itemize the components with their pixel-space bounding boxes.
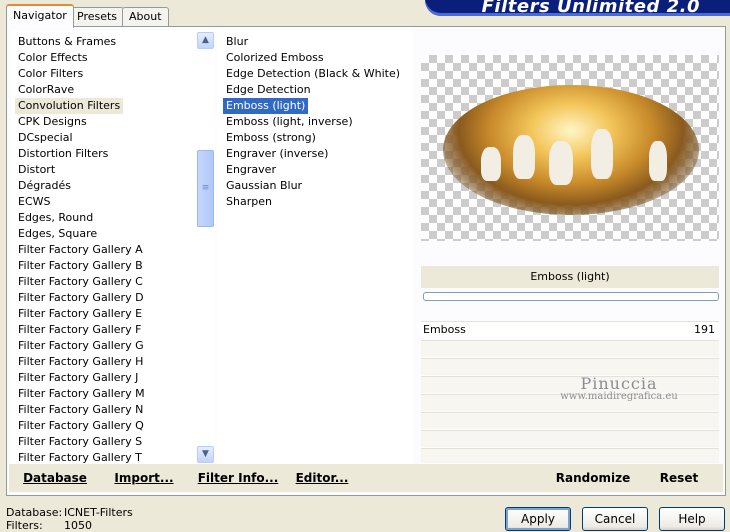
category-item[interactable]: Filter Factory Gallery J: [15, 370, 141, 386]
filter-item[interactable]: Emboss (light): [223, 98, 309, 114]
selected-filter-label: Emboss (light): [421, 266, 719, 288]
preview-image: [421, 55, 719, 241]
category-item[interactable]: Filter Factory Gallery F: [15, 322, 144, 338]
database-button-label: Database: [23, 471, 87, 485]
category-item[interactable]: Filter Factory Gallery H: [15, 354, 146, 370]
status-database: Database: ICNET-Filters: [6, 506, 206, 519]
app-title: Filters Unlimited 2.0: [481, 0, 700, 17]
category-item[interactable]: Filter Factory Gallery N: [15, 402, 146, 418]
parameter-label: Emboss: [423, 323, 466, 336]
filter-item[interactable]: Sharpen: [223, 194, 275, 210]
tab-navigator[interactable]: Navigator: [6, 4, 74, 28]
empty-parameter-row: [421, 412, 719, 429]
filter-item[interactable]: Engraver: [223, 162, 279, 178]
filter-item[interactable]: Gaussian Blur: [223, 178, 305, 194]
category-item[interactable]: DCspecial: [15, 130, 76, 146]
navigator-panel: ▲ ≡ ▼ Buttons & Frames Color Effects Color…: [6, 26, 726, 496]
empty-parameter-row: [421, 358, 719, 375]
category-item[interactable]: Filter Factory Gallery B: [15, 258, 146, 274]
filter-item[interactable]: Edge Detection (Black & White): [223, 66, 403, 82]
category-item[interactable]: ColorRave: [15, 82, 77, 98]
editor-button[interactable]: Editor...: [287, 464, 357, 492]
category-item[interactable]: Distortion Filters: [15, 146, 111, 162]
preview-area: Emboss (light) Emboss 191 Pinuccia www.m…: [419, 30, 721, 464]
watermark-url: www.maidiregrafica.eu: [560, 391, 678, 402]
apply-button[interactable]: Apply: [505, 507, 571, 531]
category-item[interactable]: Distort: [15, 162, 58, 178]
horse-shape: [591, 129, 613, 179]
filter-info-button-label: Filter Info...: [197, 471, 279, 485]
filter-item[interactable]: Engraver (inverse): [223, 146, 331, 162]
bottom-button-bar: Database Import... Filter Info... Editor…: [9, 464, 723, 492]
category-list[interactable]: ▲ ≡ ▼ Buttons & Frames Color Effects Color…: [11, 30, 215, 464]
filters-count: 1050: [64, 519, 92, 532]
horse-shape: [649, 141, 667, 181]
parameter-value: 191: [694, 323, 715, 336]
category-item[interactable]: ECWS: [15, 194, 54, 210]
filter-item[interactable]: Edge Detection: [223, 82, 314, 98]
category-scrollbar[interactable]: ▲ ≡ ▼: [197, 32, 214, 463]
filter-item[interactable]: Colorized Emboss: [223, 50, 327, 66]
horse-shape: [549, 141, 573, 185]
category-item[interactable]: Filter Factory Gallery T: [15, 450, 145, 464]
category-item[interactable]: Filter Factory Gallery S: [15, 434, 145, 450]
filter-info-button[interactable]: Filter Info...: [193, 464, 283, 492]
editor-button-label: Editor...: [295, 471, 349, 485]
category-item[interactable]: Edges, Round: [15, 210, 96, 226]
chevron-up-icon[interactable]: ▲: [197, 32, 214, 49]
filter-item[interactable]: Emboss (strong): [223, 130, 319, 146]
randomize-button[interactable]: Randomize: [553, 464, 633, 492]
reset-button-label: Reset: [659, 471, 699, 485]
category-item[interactable]: Convolution Filters: [15, 98, 124, 114]
randomize-button-label: Randomize: [555, 471, 631, 485]
parameter-row[interactable]: Emboss 191: [421, 321, 719, 338]
filters-label: Filters:: [6, 519, 43, 532]
import-button[interactable]: Import...: [109, 464, 179, 492]
category-item[interactable]: Filter Factory Gallery Q: [15, 418, 147, 434]
category-item[interactable]: Buttons & Frames: [15, 34, 119, 50]
empty-parameter-row: [421, 340, 719, 357]
empty-parameter-row: [421, 430, 719, 447]
category-item[interactable]: Color Effects: [15, 50, 91, 66]
progress-bar: [423, 292, 719, 301]
category-item[interactable]: Edges, Square: [15, 226, 100, 242]
reset-button[interactable]: Reset: [649, 464, 709, 492]
category-item[interactable]: Color Filters: [15, 66, 86, 82]
category-item[interactable]: Dégradés: [15, 178, 74, 194]
status-filters: Filters: 1050: [6, 519, 206, 532]
horse-shape: [513, 135, 535, 179]
help-button[interactable]: Help: [659, 507, 725, 531]
chevron-down-icon[interactable]: ▼: [197, 446, 214, 463]
filter-item[interactable]: Blur: [223, 34, 251, 50]
filter-item[interactable]: Emboss (light, inverse): [223, 114, 356, 130]
filter-list[interactable]: Blur Colorized Emboss Edge Detection (Blac…: [217, 30, 413, 464]
tab-about[interactable]: About: [122, 7, 169, 26]
watermark: Pinuccia www.maidiregrafica.eu: [529, 374, 709, 402]
tab-presets[interactable]: Presets: [70, 7, 125, 26]
category-item[interactable]: Filter Factory Gallery D: [15, 290, 147, 306]
import-button-label: Import...: [114, 471, 174, 485]
category-item[interactable]: Filter Factory Gallery E: [15, 306, 145, 322]
database-button[interactable]: Database: [15, 464, 95, 492]
database-label: Database:: [6, 506, 63, 519]
category-item[interactable]: Filter Factory Gallery C: [15, 274, 146, 290]
scrollbar-thumb[interactable]: ≡: [197, 150, 214, 227]
category-item[interactable]: Filter Factory Gallery M: [15, 386, 148, 402]
category-item[interactable]: CPK Designs: [15, 114, 90, 130]
cancel-button[interactable]: Cancel: [582, 507, 648, 531]
database-value: ICNET-Filters: [64, 506, 133, 519]
empty-parameter-row: [421, 448, 719, 463]
category-item[interactable]: Filter Factory Gallery A: [15, 242, 146, 258]
category-item[interactable]: Filter Factory Gallery G: [15, 338, 147, 354]
title-banner: Filters Unlimited 2.0: [425, 0, 730, 17]
horse-shape: [481, 147, 501, 181]
